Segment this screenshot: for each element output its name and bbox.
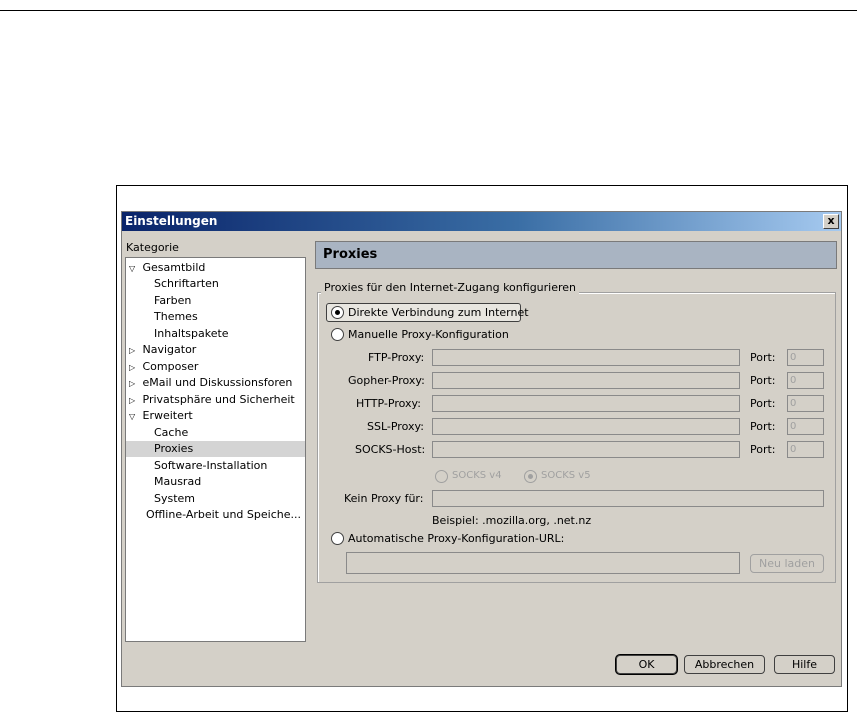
socks-port-label: Port: <box>750 443 776 456</box>
radio-manual-label[interactable]: Manuelle Proxy-Konfiguration <box>348 328 509 341</box>
close-icon[interactable]: x <box>823 214 839 229</box>
twisty-collapsed-icon[interactable]: ▷ <box>129 360 139 376</box>
tree-item-email[interactable]: ▷ eMail und Diskussionsforen <box>126 375 305 391</box>
ftp-port-input[interactable]: 0 <box>787 349 824 366</box>
radio-selected-dot <box>335 310 340 315</box>
ssl-port-input[interactable]: 0 <box>787 418 824 435</box>
title-bar: Einstellungen x <box>122 212 841 231</box>
group-legend: Proxies für den Internet-Zugang konfigur… <box>321 281 580 294</box>
gopher-proxy-input[interactable] <box>432 372 740 389</box>
tree-item-proxies[interactable]: Proxies <box>126 441 305 457</box>
tree-item-erweitert[interactable]: ▽ Erweitert <box>126 408 305 424</box>
twisty-collapsed-icon[interactable]: ▷ <box>129 393 139 409</box>
socks-v5-label[interactable]: SOCKS v5 <box>541 470 591 481</box>
radio-direct-label[interactable]: Direkte Verbindung zum Internet <box>348 306 529 319</box>
panel-header: Proxies <box>315 241 837 269</box>
port-value: 0 <box>790 375 797 386</box>
twisty-collapsed-icon[interactable]: ▷ <box>129 343 139 359</box>
no-proxy-input[interactable] <box>432 490 824 507</box>
radio-manual[interactable] <box>331 328 344 341</box>
tree-item-cache[interactable]: Cache <box>126 425 305 441</box>
panel-title: Proxies <box>323 247 378 262</box>
socks-host-input[interactable] <box>432 441 740 458</box>
port-value: 0 <box>790 352 797 363</box>
gopher-port-label: Port: <box>750 374 776 387</box>
ftp-proxy-input[interactable] <box>432 349 740 366</box>
http-proxy-label: HTTP-Proxy: <box>356 397 421 410</box>
radio-auto[interactable] <box>331 532 344 545</box>
socks-port-input[interactable]: 0 <box>787 441 824 458</box>
port-value: 0 <box>790 398 797 409</box>
tree-item-navigator[interactable]: ▷ Navigator <box>126 342 305 358</box>
tree-item-mausrad[interactable]: Mausrad <box>126 474 305 490</box>
twisty-expanded-icon[interactable]: ▽ <box>129 409 139 425</box>
http-proxy-input[interactable] <box>432 395 740 412</box>
tree-item-privacy[interactable]: ▷ Privatsphäre und Sicherheit <box>126 392 305 408</box>
ftp-proxy-label: FTP-Proxy: <box>368 351 425 364</box>
tree-item-composer[interactable]: ▷ Composer <box>126 359 305 375</box>
tree-item-system[interactable]: System <box>126 491 305 507</box>
top-divider <box>0 10 857 11</box>
tree-item-schriftarten[interactable]: Schriftarten <box>126 276 305 292</box>
tree-item-farben[interactable]: Farben <box>126 293 305 309</box>
ftp-port-label: Port: <box>750 351 776 364</box>
window-title: Einstellungen <box>125 214 218 228</box>
tree-item-software-installation[interactable]: Software-Installation <box>126 458 305 474</box>
tree-item-label: eMail und Diskussionsforen <box>142 376 293 389</box>
no-proxy-example: Beispiel: .mozilla.org, .net.nz <box>432 514 592 527</box>
radio-auto-label[interactable]: Automatische Proxy-Konfiguration-URL: <box>348 532 564 545</box>
twisty-collapsed-icon[interactable]: ▷ <box>129 376 139 392</box>
ssl-proxy-label: SSL-Proxy: <box>367 420 424 433</box>
auto-url-input[interactable] <box>346 552 740 574</box>
ssl-proxy-input[interactable] <box>432 418 740 435</box>
tree-item-label: Gesamtbild <box>142 261 206 274</box>
socks-host-label: SOCKS-Host: <box>355 443 426 456</box>
preferences-dialog: Einstellungen x Kategorie ▽ Gesamtbild S… <box>121 211 842 687</box>
tree-item-gesamtbild[interactable]: ▽ Gesamtbild <box>126 260 305 276</box>
category-tree[interactable]: ▽ Gesamtbild Schriftarten Farben Themes … <box>125 257 306 642</box>
port-value: 0 <box>790 444 797 455</box>
port-value: 0 <box>790 421 797 432</box>
ok-button[interactable]: OK <box>616 655 677 674</box>
gopher-port-input[interactable]: 0 <box>787 372 824 389</box>
http-port-label: Port: <box>750 397 776 410</box>
cancel-button[interactable]: Abbrechen <box>684 655 765 674</box>
twisty-expanded-icon[interactable]: ▽ <box>129 261 139 277</box>
radio-selected-dot <box>528 474 533 479</box>
tree-item-inhaltspakete[interactable]: Inhaltspakete <box>126 326 305 342</box>
tree-item-offline[interactable]: Offline-Arbeit und Speiche... <box>126 507 305 523</box>
tree-item-label: Privatsphäre und Sicherheit <box>142 393 295 406</box>
radio-direct[interactable] <box>331 306 344 319</box>
reload-button[interactable]: Neu laden <box>750 554 824 573</box>
no-proxy-label: Kein Proxy für: <box>344 492 424 505</box>
help-button[interactable]: Hilfe <box>774 655 835 674</box>
tree-item-themes[interactable]: Themes <box>126 309 305 325</box>
tree-item-label: Navigator <box>142 343 197 356</box>
http-port-input[interactable]: 0 <box>787 395 824 412</box>
ssl-port-label: Port: <box>750 420 776 433</box>
tree-item-label: Composer <box>142 360 199 373</box>
tree-item-label: Erweitert <box>142 409 193 422</box>
category-heading: Kategorie <box>126 241 179 254</box>
socks-v4-label[interactable]: SOCKS v4 <box>452 470 502 481</box>
gopher-proxy-label: Gopher-Proxy: <box>348 374 425 387</box>
radio-socks-v4[interactable] <box>435 470 448 483</box>
radio-socks-v5[interactable] <box>524 470 537 483</box>
